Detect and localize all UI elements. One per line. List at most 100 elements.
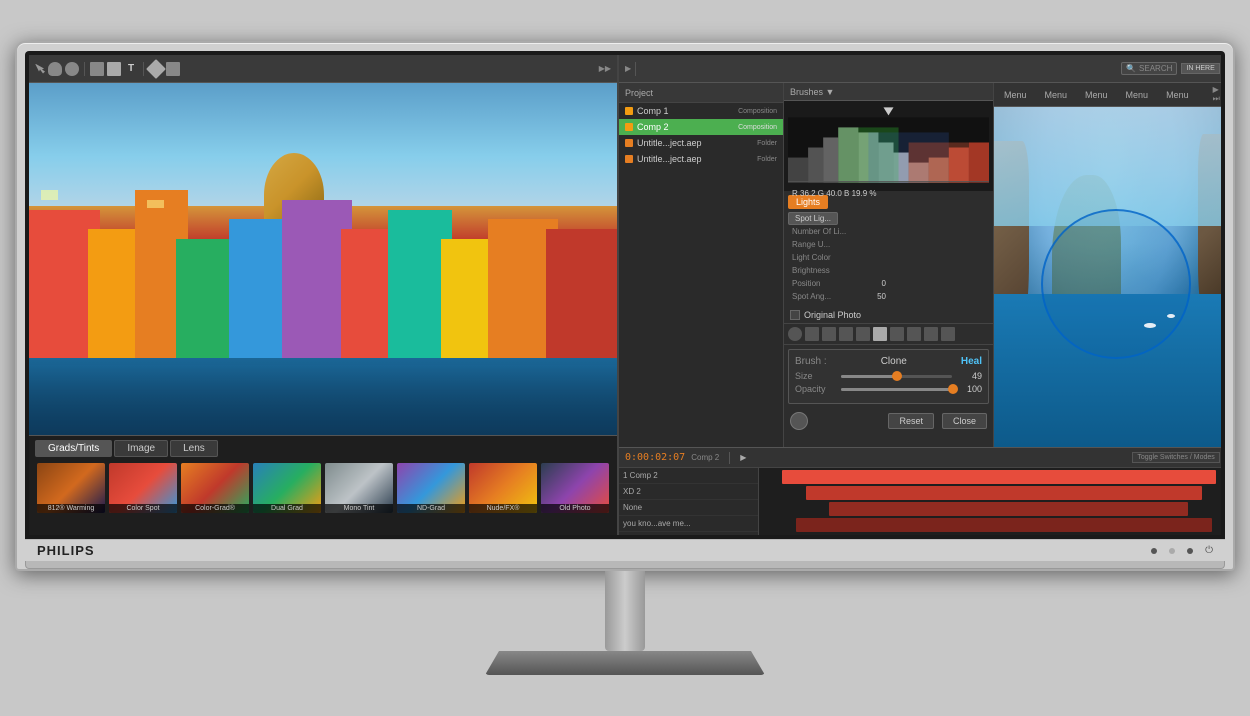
range-label: Range U... [792, 240, 862, 249]
thumb-1[interactable]: 812® Warming [37, 463, 105, 513]
opacity-fill [841, 388, 952, 391]
position-value: 0 [866, 279, 886, 288]
track-content [759, 468, 1221, 535]
zoom-icon [65, 62, 79, 76]
opacity-thumb[interactable] [948, 384, 958, 394]
comp1-type: Composition [738, 108, 777, 115]
monitor-shell: T ▶▶ [15, 41, 1235, 571]
size-label: Size [795, 371, 835, 381]
crop-icon [90, 62, 104, 76]
thumb-6[interactable]: ND-Grad [397, 463, 465, 513]
tool-icons-row [784, 323, 993, 345]
track-label-4: you kno...ave me... [619, 516, 758, 532]
philips-logo: PHILIPS [37, 543, 95, 558]
tab-grads-tints[interactable]: Grads/Tints [35, 440, 112, 457]
spot-angle-value: 50 [866, 292, 886, 301]
clone-label[interactable]: Clone [881, 356, 907, 367]
tool-btn-2[interactable] [805, 327, 819, 341]
left-toolbar: T ▶▶ [29, 55, 617, 83]
thumb-5-label: Mono Tint [325, 504, 393, 513]
left-panel: T ▶▶ [29, 55, 619, 535]
toolbar-divider [635, 62, 636, 76]
play-button[interactable]: ▶ [740, 453, 746, 462]
size-slider[interactable] [841, 375, 952, 378]
middle-panel: Brushes ▼ [784, 83, 994, 447]
monitor-bottom [25, 561, 1225, 569]
spot-angle-label: Spot Ang... [792, 292, 862, 301]
pen-icon [146, 59, 166, 79]
monitor-bezel: T ▶▶ [25, 51, 1225, 539]
position-label: Position [792, 279, 862, 288]
lights-section: Lights Spot Lig... Number Of Li... Range… [784, 191, 993, 307]
close-button[interactable]: Close [942, 413, 987, 429]
histogram-values: R 36.2 G 40.0 B 19.9 % [788, 187, 989, 200]
right-toolbar-end: ▶▶ [599, 64, 611, 73]
thumb-8[interactable]: Old Photo [541, 463, 609, 513]
original-photo-checkbox[interactable] [790, 310, 800, 320]
tab-image[interactable]: Image [114, 440, 168, 457]
tool-btn-8[interactable] [907, 327, 921, 341]
search-label: SEARCH [1139, 64, 1172, 73]
project-item-folder2[interactable]: Untitle...ject.aep Folder [619, 151, 783, 167]
brightness-row: Brightness [788, 264, 989, 277]
toggle-switches-btn[interactable]: Toggle Switches / Modes [1132, 452, 1219, 463]
project-item-folder1[interactable]: Untitle...ject.aep Folder [619, 135, 783, 151]
reset-close-row: Reset Close [784, 408, 993, 434]
comp2-name: Comp 2 [637, 122, 669, 132]
circle-control[interactable] [790, 412, 808, 430]
spot-lights-button[interactable]: Spot Lig... [788, 212, 838, 225]
buildings-layer [29, 171, 617, 365]
tool-btn-7[interactable] [890, 327, 904, 341]
stand-neck [605, 571, 645, 651]
menu-item-3[interactable]: Menu [1081, 88, 1112, 102]
histogram-container: R 36.2 G 40.0 B 19.9 % [784, 101, 993, 191]
menu-item-5[interactable]: Menu [1162, 88, 1193, 102]
in-here-button[interactable]: IN HERE [1181, 63, 1219, 74]
spot-angle-row: Spot Ang... 50 [788, 290, 989, 303]
tool-btn-1[interactable] [788, 327, 802, 341]
right-top-toolbar: ▶ 🔍 SEARCH IN HERE [619, 55, 1221, 83]
timeline-divider [729, 452, 730, 464]
track-label-2: XD 2 [619, 484, 758, 500]
folder2-name: Untitle...ject.aep [637, 154, 702, 164]
menu-item-2[interactable]: Menu [1041, 88, 1072, 102]
tool-btn-4[interactable] [839, 327, 853, 341]
tool-btn-10[interactable] [941, 327, 955, 341]
tab-lens[interactable]: Lens [170, 440, 218, 457]
folder1-type: Folder [757, 140, 777, 147]
track-label-1: 1 Comp 2 [619, 468, 758, 484]
right-panel: ▶ 🔍 SEARCH IN HERE Project [619, 55, 1221, 535]
reset-button[interactable]: Reset [888, 413, 934, 429]
power-icon[interactable]: ⏻ [1205, 545, 1213, 556]
size-fill [841, 375, 895, 378]
size-thumb[interactable] [892, 371, 902, 381]
thumb-5[interactable]: Mono Tint [325, 463, 393, 513]
thumb-3[interactable]: Color-Grad® [181, 463, 249, 513]
photo-background [29, 83, 617, 435]
menu-item-1[interactable]: Menu [1000, 88, 1031, 102]
thumb-2[interactable]: Color Spot [109, 463, 177, 513]
original-photo-row: Original Photo [784, 307, 993, 323]
heal-label[interactable]: Heal [961, 356, 982, 367]
text-icon: T [124, 62, 138, 76]
track-bar-1 [782, 470, 1216, 484]
opacity-slider[interactable] [841, 388, 952, 391]
tool-btn-5[interactable] [856, 327, 870, 341]
menu-bar: Menu Menu Menu Menu Menu ▶ ⏭ [994, 83, 1221, 107]
tool-btn-6[interactable] [873, 327, 887, 341]
monitor-container: T ▶▶ [15, 41, 1235, 675]
thumb-1-label: 812® Warming [37, 504, 105, 513]
size-value: 49 [958, 371, 982, 381]
timecode-display: 0:00:02:07 [625, 452, 685, 463]
tool-btn-3[interactable] [822, 327, 836, 341]
cursor-icon [35, 64, 45, 74]
thumb-7[interactable]: Nude/FX® [469, 463, 537, 513]
project-item-comp1[interactable]: Comp 1 Composition [619, 103, 783, 119]
thumbnails-row: 812® Warming Color Spot Color-Grad® Dual… [29, 459, 617, 517]
tool-btn-9[interactable] [924, 327, 938, 341]
opacity-slider-row: Opacity 100 [795, 384, 982, 394]
menu-item-4[interactable]: Menu [1122, 88, 1153, 102]
search-area: 🔍 SEARCH [1121, 62, 1177, 75]
thumb-4[interactable]: Dual Grad [253, 463, 321, 513]
project-item-comp2[interactable]: Comp 2 Composition [619, 119, 783, 135]
